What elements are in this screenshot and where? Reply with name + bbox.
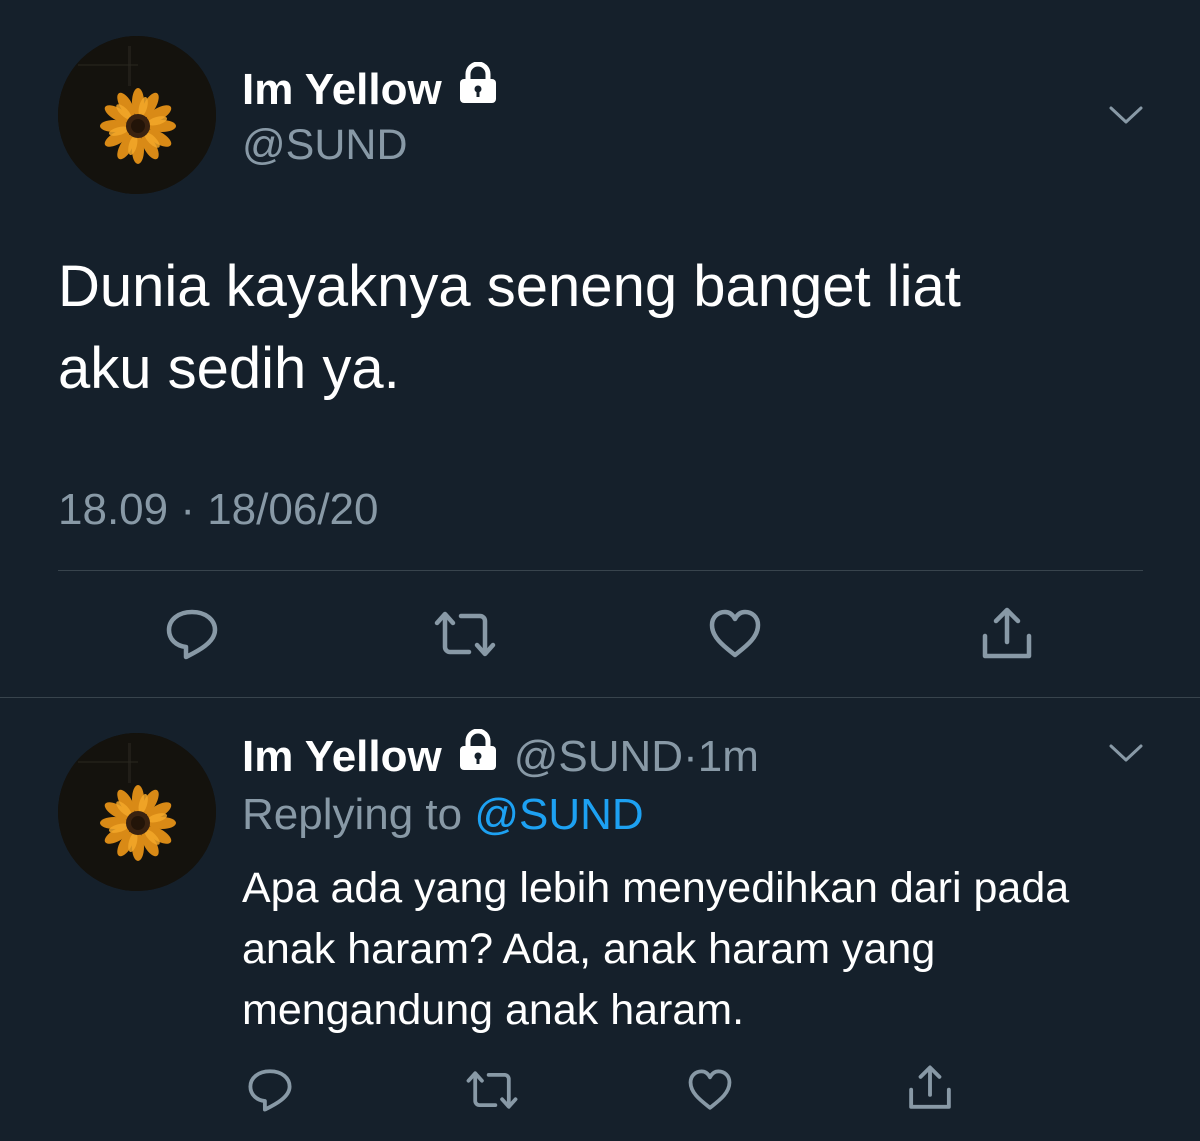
sunflower-avatar-image bbox=[58, 733, 216, 891]
replying-prefix: Replying to bbox=[242, 790, 475, 839]
share-button[interactable] bbox=[975, 602, 1039, 666]
chevron-down-icon[interactable] bbox=[1108, 103, 1144, 127]
avatar[interactable] bbox=[58, 36, 216, 194]
tweet-text-line: anak haram? Ada, anak haram yang bbox=[242, 925, 936, 973]
tweet-text: Apa ada yang lebih menyedihkan dari pada… bbox=[242, 858, 1162, 1041]
share-button[interactable] bbox=[898, 1056, 962, 1120]
handle[interactable]: @SUND bbox=[514, 730, 683, 784]
display-name-text[interactable]: Im Yellow bbox=[242, 62, 442, 118]
lock-icon bbox=[456, 61, 500, 118]
tweet-text-line: Dunia kayaknya seneng banget liat bbox=[58, 254, 961, 319]
retweet-button[interactable] bbox=[433, 602, 497, 666]
lock-icon bbox=[456, 728, 500, 784]
like-icon bbox=[688, 1069, 732, 1110]
avatar[interactable] bbox=[58, 733, 216, 891]
separator: · bbox=[683, 731, 698, 781]
sunflower-avatar-image bbox=[58, 36, 216, 194]
chevron-down-icon[interactable] bbox=[1108, 741, 1144, 765]
handle[interactable]: @SUND bbox=[242, 118, 408, 172]
tweet-text-line: aku sedih ya. bbox=[58, 336, 400, 401]
display-name-text[interactable]: Im Yellow bbox=[242, 730, 442, 784]
replying-to: Replying to @SUND bbox=[242, 788, 644, 842]
share-icon bbox=[909, 1065, 951, 1109]
retweet-icon bbox=[466, 1071, 518, 1109]
tweet-text-line: mengandung anak haram. bbox=[242, 986, 745, 1034]
tweet-text-line: Apa ada yang lebih menyedihkan dari pada bbox=[242, 864, 1070, 912]
reply-button[interactable] bbox=[160, 602, 224, 666]
replying-to-handle-link[interactable]: @SUND bbox=[474, 790, 643, 839]
like-icon bbox=[709, 609, 761, 658]
like-button[interactable] bbox=[703, 602, 767, 666]
reply-icon bbox=[248, 1069, 292, 1112]
share-icon bbox=[982, 607, 1032, 659]
reply-header: Im Yellow @SUND · 1m bbox=[242, 728, 759, 784]
reply-button[interactable] bbox=[238, 1058, 302, 1122]
divider bbox=[58, 570, 1143, 571]
divider bbox=[0, 697, 1200, 698]
retweet-button[interactable] bbox=[460, 1058, 524, 1122]
reply-icon bbox=[166, 609, 218, 660]
tweet-age[interactable]: 1m bbox=[698, 730, 759, 784]
display-name[interactable]: Im Yellow bbox=[242, 61, 500, 118]
retweet-icon bbox=[434, 611, 496, 657]
like-button[interactable] bbox=[678, 1058, 742, 1122]
tweet-text: Dunia kayaknya seneng banget liat aku se… bbox=[58, 246, 1148, 410]
tweet-timestamp[interactable]: 18.09 · 18/06/20 bbox=[58, 484, 378, 536]
